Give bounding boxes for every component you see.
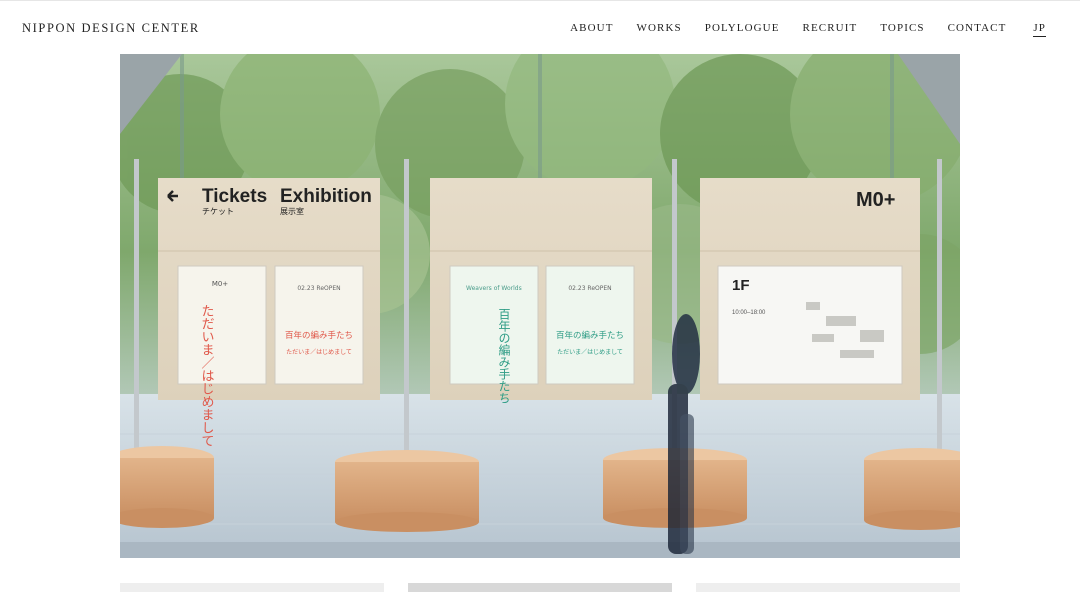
svg-text:M0+: M0+ bbox=[212, 280, 228, 288]
sign-brand: M0+ bbox=[856, 189, 895, 211]
svg-text:ただいま／はじめまして: ただいま／はじめまして bbox=[557, 349, 623, 356]
work-thumbnail-3[interactable] bbox=[696, 583, 960, 592]
hero-image[interactable]: Tickets チケット Exhibition 展示室 M0+ M0+ ただいま… bbox=[120, 54, 960, 558]
svg-text:ただいま／はじめまして: ただいま／はじめまして bbox=[286, 349, 352, 356]
svg-text:展示室: 展示室 bbox=[280, 206, 304, 216]
svg-text:百年の編み手たち: 百年の編み手たち bbox=[556, 330, 624, 341]
nav-polylogue[interactable]: POLYLOGUE bbox=[705, 22, 780, 37]
poster-a-title: ただいま／はじめまして bbox=[199, 304, 215, 447]
svg-text:02.23 ReOPEN: 02.23 ReOPEN bbox=[297, 285, 340, 292]
svg-text:チケット: チケット bbox=[202, 207, 234, 216]
svg-text:Weavers of Worlds: Weavers of Worlds bbox=[466, 285, 522, 292]
site-header: NIPPON DESIGN CENTER ABOUT WORKS POLYLOG… bbox=[0, 0, 1080, 54]
work-thumbnail-1[interactable] bbox=[120, 583, 384, 592]
svg-text:百年の編み手たち: 百年の編み手たち bbox=[285, 330, 353, 341]
nav-topics[interactable]: TOPICS bbox=[880, 22, 924, 37]
hero-photo-illustration: Tickets チケット Exhibition 展示室 M0+ M0+ ただいま… bbox=[120, 54, 960, 558]
site-logo[interactable]: NIPPON DESIGN CENTER bbox=[22, 21, 200, 36]
sign-tickets: Tickets bbox=[202, 186, 267, 207]
sign-exhibition: Exhibition bbox=[280, 186, 372, 207]
nav-recruit[interactable]: RECRUIT bbox=[803, 22, 858, 37]
nav-about[interactable]: ABOUT bbox=[570, 22, 613, 37]
nav-contact[interactable]: CONTACT bbox=[948, 22, 1007, 37]
svg-text:1F: 1F bbox=[732, 277, 750, 294]
svg-text:百年の編み手たち: 百年の編み手たち bbox=[497, 308, 511, 404]
svg-text:10:00–18:00: 10:00–18:00 bbox=[732, 310, 766, 316]
nav-works[interactable]: WORKS bbox=[637, 22, 682, 37]
svg-text:02.23 ReOPEN: 02.23 ReOPEN bbox=[568, 285, 611, 292]
main-nav: ABOUT WORKS POLYLOGUE RECRUIT TOPICS CON… bbox=[570, 22, 1046, 37]
language-switch-jp[interactable]: JP bbox=[1033, 22, 1046, 37]
work-thumbnail-2[interactable] bbox=[408, 583, 672, 592]
